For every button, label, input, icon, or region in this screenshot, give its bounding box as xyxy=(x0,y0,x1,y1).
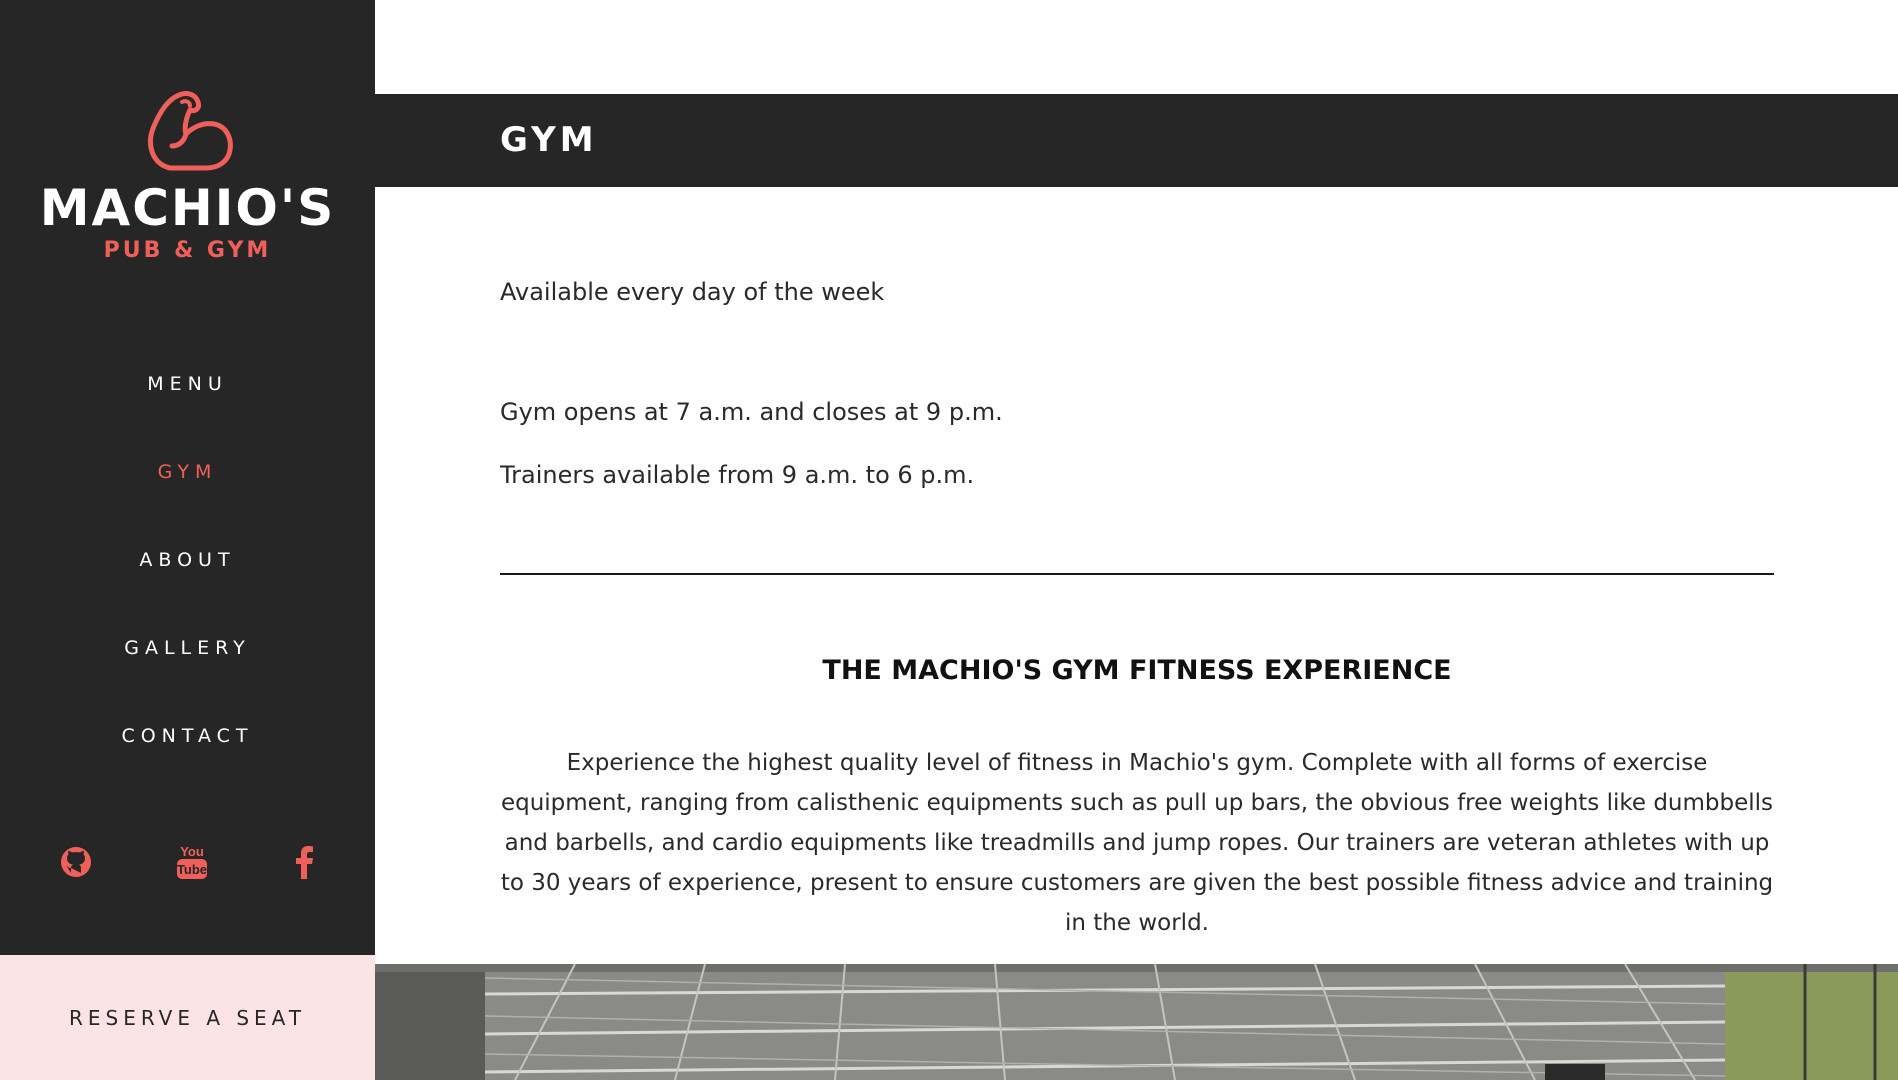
nav-item-menu[interactable]: MENU xyxy=(0,362,375,450)
reserve-seat-button[interactable]: RESERVE A SEAT xyxy=(0,955,375,1080)
brand-name: MACHIO'S xyxy=(39,179,336,237)
github-icon[interactable] xyxy=(56,840,96,884)
hours-text: Gym opens at 7 a.m. and closes at 9 p.m. xyxy=(500,398,1003,426)
nav-item-about[interactable]: ABOUT xyxy=(0,538,375,626)
main-nav: MENU GYM ABOUT GALLERY CONTACT xyxy=(0,362,375,802)
flexed-arm-icon xyxy=(147,91,233,171)
nav-item-gallery[interactable]: GALLERY xyxy=(0,626,375,714)
social-links: You Tube xyxy=(0,840,375,890)
section-body: Experience the highest quality level of … xyxy=(500,750,1774,936)
section-title: THE MACHIO'S GYM FITNESS EXPERIENCE xyxy=(822,655,1452,686)
nav-item-contact[interactable]: CONTACT xyxy=(0,714,375,802)
availability-text: Available every day of the week xyxy=(500,278,885,306)
svg-text:Tube: Tube xyxy=(177,862,207,877)
sidebar: MACHIO'S PUB & GYM MENU GYM ABOUT GALLER… xyxy=(0,0,375,1080)
page-title-bar: GYM xyxy=(375,94,1898,187)
nav-item-gym[interactable]: GYM xyxy=(0,450,375,538)
facebook-icon[interactable] xyxy=(284,840,324,884)
section-divider xyxy=(500,573,1774,575)
page-title: GYM xyxy=(500,120,598,160)
gym-photo xyxy=(375,964,1898,1080)
main-content: GYM Available every day of the week Gym … xyxy=(375,0,1898,1080)
svg-text:You: You xyxy=(180,844,204,859)
brand-logo[interactable]: MACHIO'S PUB & GYM xyxy=(0,88,375,263)
brand-tagline: PUB & GYM xyxy=(103,238,272,263)
trainers-text: Trainers available from 9 a.m. to 6 p.m. xyxy=(500,461,975,489)
youtube-icon[interactable]: You Tube xyxy=(172,840,212,884)
